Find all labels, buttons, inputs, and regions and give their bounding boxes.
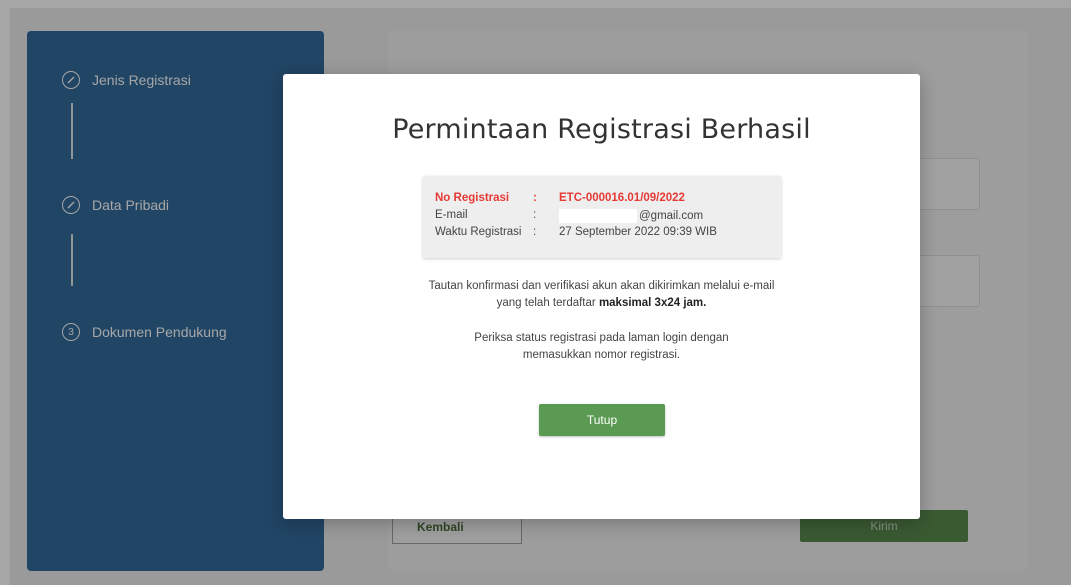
registration-time-row: Waktu Registrasi : 27 September 2022 09:… [435, 226, 717, 240]
registration-number-value: ETC-000016.01/09/2022 [559, 192, 685, 204]
email-row: E-mail : @gmail.com [435, 209, 703, 223]
email-value-wrap: @gmail.com [559, 209, 703, 223]
registration-time-value: 27 September 2022 09:39 WIB [559, 226, 717, 238]
redacted-email-mask [559, 209, 637, 223]
dialog-title: Permintaan Registrasi Berhasil [392, 114, 811, 145]
registration-info-box: No Registrasi : ETC-000016.01/09/2022 E-… [423, 176, 781, 258]
status-line-1: Periksa status registrasi pada laman log… [474, 332, 729, 344]
registration-time-label: Waktu Registrasi [435, 226, 522, 238]
colon: : [533, 226, 537, 238]
colon: : [533, 192, 537, 204]
confirmation-line-2-text: yang telah terdaftar [496, 297, 599, 309]
registration-number-row: No Registrasi : ETC-000016.01/09/2022 [435, 192, 685, 206]
confirmation-line-2: yang telah terdaftar maksimal 3x24 jam. [283, 295, 920, 312]
confirmation-message: Tautan konfirmasi dan verifikasi akun ak… [283, 278, 920, 312]
email-label: E-mail [435, 209, 468, 221]
status-line-2: memasukkan nomor registrasi. [522, 349, 681, 361]
confirmation-deadline: maksimal 3x24 jam. [598, 297, 707, 309]
close-button[interactable]: Tutup [539, 404, 665, 436]
success-dialog: Permintaan Registrasi Berhasil No Regist… [283, 74, 920, 519]
colon: : [533, 209, 537, 221]
registration-number-label: No Registrasi [435, 192, 510, 204]
status-message: Periksa status registrasi pada laman log… [283, 330, 920, 364]
confirmation-line-1: Tautan konfirmasi dan verifikasi akun ak… [428, 280, 775, 292]
email-value: @gmail.com [639, 210, 704, 223]
